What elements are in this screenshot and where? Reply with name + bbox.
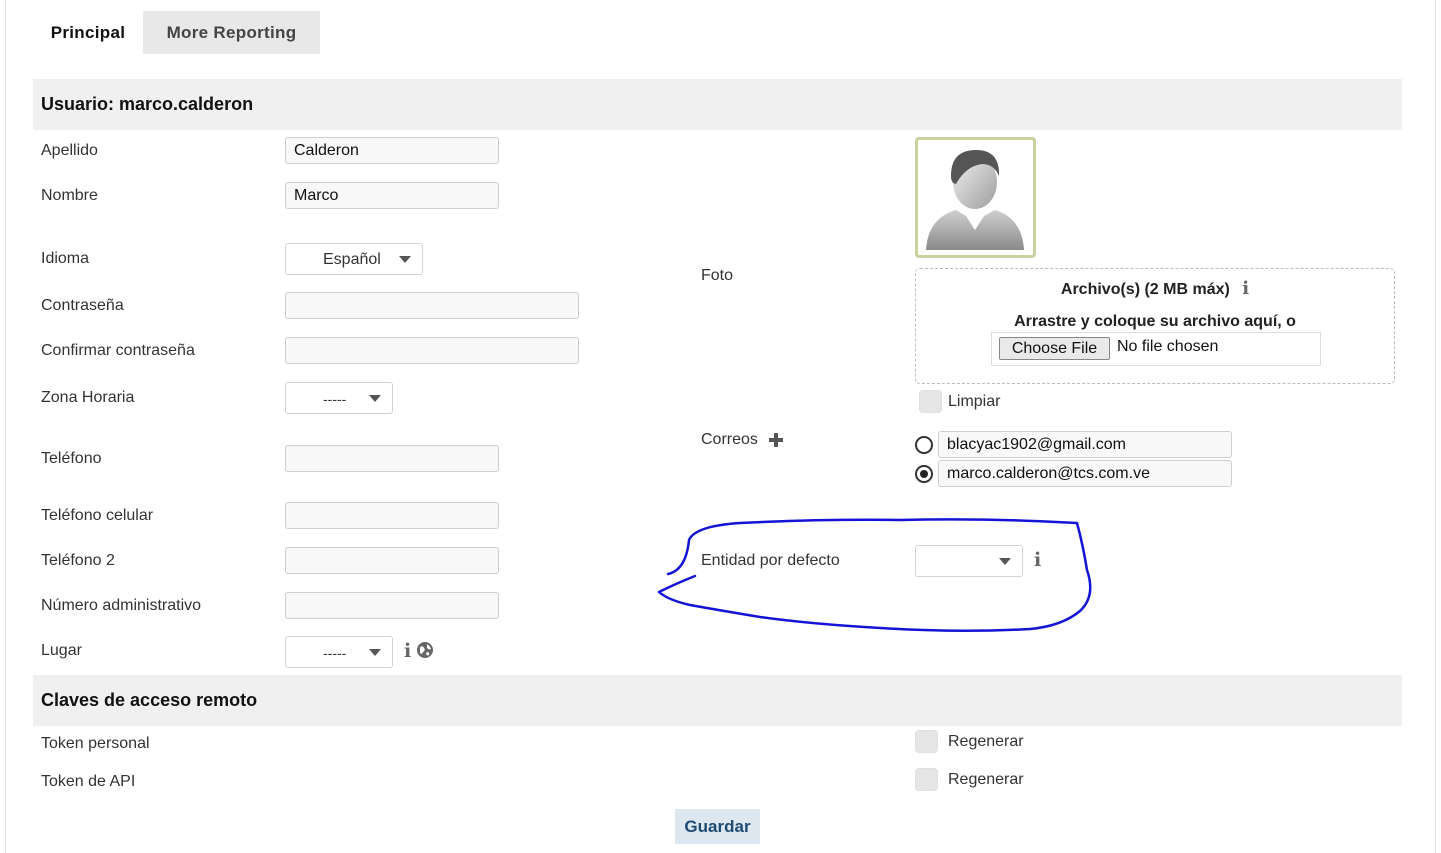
lugar-value: ----- — [323, 645, 347, 661]
dropdown-caret-icon — [369, 395, 381, 402]
telefono-input[interactable] — [285, 445, 499, 472]
save-button[interactable]: Guardar — [675, 809, 760, 844]
file-status: No file chosen — [1117, 338, 1219, 355]
telefono-celular-input[interactable] — [285, 502, 499, 529]
token-personal-label: Token personal — [41, 735, 150, 752]
lugar-select[interactable]: ----- — [285, 636, 393, 668]
claves-section-header: Claves de acceso remoto — [33, 675, 1402, 726]
contrasena-input[interactable] — [285, 292, 579, 319]
numero-administrativo-label: Número administrativo — [41, 597, 202, 614]
file-input[interactable]: Choose File No file chosen — [991, 332, 1321, 366]
file-dropzone[interactable]: Archivo(s) (2 MB máx) i Arrastre y coloq… — [915, 268, 1395, 384]
apellido-label: Apellido — [41, 142, 98, 159]
regenerar-personal-checkbox[interactable] — [915, 730, 938, 753]
email-primary-radio[interactable] — [915, 465, 933, 483]
choose-file-button[interactable]: Choose File — [999, 337, 1110, 360]
telefono-2-label: Teléfono 2 — [41, 552, 115, 569]
archivo-title: Archivo(s) (2 MB máx) i — [916, 279, 1394, 299]
regenerar-api-label: Regenerar — [948, 771, 1024, 788]
user-section-header: Usuario: marco.calderon — [33, 79, 1402, 130]
tab-principal[interactable]: Principal — [33, 11, 143, 54]
zona-horaria-value: ----- — [323, 391, 347, 407]
idioma-select[interactable]: Español — [285, 243, 423, 275]
dropdown-caret-icon — [369, 649, 381, 656]
email-input[interactable]: blacyac1902@gmail.com — [938, 431, 1232, 458]
right-border — [1435, 0, 1436, 853]
idioma-label: Idioma — [41, 250, 90, 267]
nombre-input[interactable]: Marco — [285, 182, 499, 209]
regenerar-api-checkbox[interactable] — [915, 768, 938, 791]
entidad-label: Entidad por defecto — [701, 552, 840, 569]
drag-instructions: Arrastre y coloque su archivo aquí, o — [1014, 313, 1296, 330]
confirmar-contrasena-label: Confirmar contraseña — [41, 342, 195, 359]
info-icon[interactable]: i — [404, 641, 411, 661]
zona-horaria-select[interactable]: ----- — [285, 382, 393, 414]
plus-icon[interactable] — [768, 432, 784, 448]
limpiar-checkbox[interactable] — [919, 390, 942, 413]
tab-more-reporting[interactable]: More Reporting — [143, 11, 320, 54]
telefono-2-input[interactable] — [285, 547, 499, 574]
contrasena-label: Contraseña — [41, 297, 124, 314]
globe-icon[interactable] — [416, 641, 434, 659]
entidad-select[interactable] — [915, 545, 1023, 577]
radio-dot — [920, 470, 928, 478]
user-section-title: Usuario: marco.calderon — [41, 94, 254, 114]
dropdown-caret-icon — [399, 256, 411, 263]
confirmar-contrasena-input[interactable] — [285, 337, 579, 364]
correos-label: Correos — [701, 431, 758, 448]
numero-administrativo-input[interactable] — [285, 592, 499, 619]
telefono-celular-label: Teléfono celular — [41, 507, 154, 524]
zona-horaria-label: Zona Horaria — [41, 389, 135, 406]
nombre-label: Nombre — [41, 187, 98, 204]
archivo-title-text: Archivo(s) (2 MB máx) — [1060, 281, 1230, 298]
email-input[interactable]: marco.calderon@tcs.com.ve — [938, 460, 1232, 487]
user-avatar-icon — [926, 150, 1024, 250]
apellido-input[interactable]: Calderon — [285, 137, 499, 164]
token-api-label: Token de API — [41, 773, 136, 790]
user-avatar[interactable] — [915, 137, 1036, 258]
dropdown-caret-icon — [999, 558, 1011, 565]
lugar-label: Lugar — [41, 642, 82, 659]
claves-section-title: Claves de acceso remoto — [41, 690, 258, 710]
regenerar-personal-label: Regenerar — [948, 733, 1024, 750]
limpiar-label: Limpiar — [948, 393, 1001, 410]
info-icon[interactable]: i — [1034, 550, 1041, 570]
email-primary-radio[interactable] — [915, 436, 933, 454]
info-icon[interactable]: i — [1242, 278, 1249, 299]
telefono-label: Teléfono — [41, 450, 102, 467]
left-border — [5, 0, 6, 853]
idioma-value: Español — [323, 251, 381, 268]
foto-label: Foto — [701, 267, 734, 284]
